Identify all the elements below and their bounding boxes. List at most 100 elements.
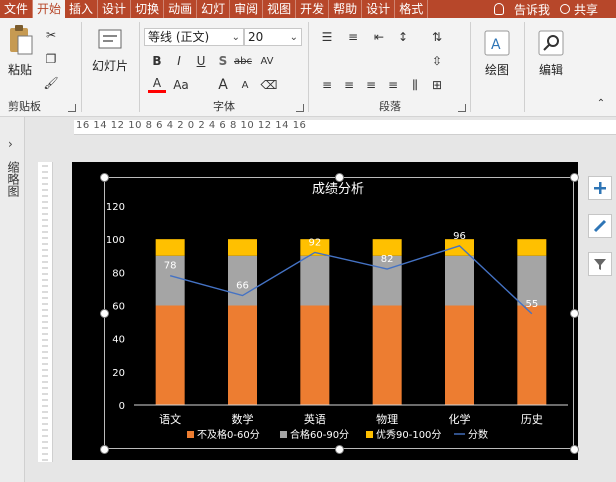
resize-handle[interactable] — [100, 445, 109, 454]
font-name-value: 等线 (正文) — [148, 30, 210, 44]
tell-me-box[interactable]: 告诉我 共享 — [493, 1, 616, 18]
group-divider — [470, 22, 471, 112]
svg-text:A: A — [491, 37, 501, 53]
font-size-value: 20 — [248, 30, 264, 44]
resize-handle[interactable] — [100, 309, 109, 318]
ribbon-tabs: 文件 开始 插入 设计 切换 动画 幻灯 审阅 视图 开发 帮助 设计 格式 — [0, 0, 429, 18]
numbering-icon[interactable]: ≡ — [344, 28, 362, 46]
share-label: 共享 — [573, 2, 598, 17]
bold-button[interactable]: B — [148, 52, 166, 70]
resize-handle[interactable] — [570, 445, 579, 454]
vertical-ruler — [38, 162, 53, 462]
thumbnail-label: 缩略图 — [6, 161, 20, 197]
brush-icon — [593, 219, 607, 233]
filter-icon — [594, 259, 606, 270]
line-spacing-icon[interactable]: ↕ — [394, 28, 412, 46]
resize-handle[interactable] — [335, 445, 344, 454]
horizontal-ruler: 16 14 12 10 8 6 4 2 0 2 4 6 8 10 12 14 1… — [74, 120, 616, 135]
share-button[interactable]: 共享 — [559, 1, 598, 18]
plus-icon — [594, 182, 606, 194]
tell-me-label: 告诉我 — [513, 2, 550, 17]
paste-icon — [10, 25, 33, 55]
paste-button[interactable]: 粘贴 — [4, 24, 36, 78]
text-shadow-button[interactable]: S — [214, 52, 232, 70]
columns-icon[interactable]: ⫼ — [406, 76, 424, 94]
resize-handle[interactable] — [570, 173, 579, 182]
lightbulb-icon — [493, 3, 504, 15]
format-painter-icon[interactable]: 🖌 — [42, 74, 60, 92]
tab-11[interactable]: 设计 — [362, 0, 396, 18]
underline-button[interactable]: U — [192, 52, 210, 70]
paragraph-group: ☰ ≡ ⇤ ↕ ⇅ ⇳ ⊞ ≡ ≡ ≡ ≡ ⫼ 段落 — [310, 18, 470, 116]
justify-icon[interactable]: ≡ — [384, 76, 402, 94]
tab-6[interactable]: 幻灯 — [197, 0, 231, 18]
align-text-icon[interactable]: ⇳ — [428, 52, 446, 70]
tab-12[interactable]: 格式 — [395, 0, 429, 18]
bullets-icon[interactable]: ☰ — [318, 28, 336, 46]
chart-styles-button[interactable] — [588, 214, 612, 238]
editing-button[interactable]: 编辑 — [528, 28, 574, 78]
font-group: 等线 (正文) ⌄ 20 ⌄ B I U S abc AV A Aa A A ⌫… — [140, 18, 308, 116]
tab-10[interactable]: 帮助 — [329, 0, 363, 18]
clear-formatting-icon[interactable]: ⌫ — [260, 76, 278, 94]
align-left-icon[interactable]: ≡ — [318, 76, 336, 94]
smartart-icon[interactable]: ⊞ — [428, 76, 446, 94]
tab-9[interactable]: 开发 — [296, 0, 330, 18]
chevron-down-icon: ⌄ — [289, 32, 298, 43]
tab-3[interactable]: 设计 — [98, 0, 132, 18]
align-center-icon[interactable]: ≡ — [340, 76, 358, 94]
tab-7[interactable]: 审阅 — [230, 0, 264, 18]
italic-button[interactable]: I — [170, 52, 188, 70]
tab-8[interactable]: 视图 — [263, 0, 297, 18]
group-divider — [308, 22, 309, 112]
tab-2[interactable]: 插入 — [65, 0, 99, 18]
user-icon — [559, 4, 570, 14]
editing-group: 编辑 — [526, 18, 576, 116]
paste-label: 粘贴 — [7, 63, 32, 77]
search-icon — [538, 30, 564, 56]
tab-5[interactable]: 动画 — [164, 0, 198, 18]
ruler-numbers: 16 14 12 10 8 6 4 2 0 2 4 6 8 10 12 14 1… — [76, 120, 307, 131]
editing-label: 编辑 — [538, 63, 563, 77]
font-case-button[interactable]: Aa — [172, 76, 190, 94]
decrease-indent-icon[interactable]: ⇤ — [370, 28, 388, 46]
tab-1[interactable]: 开始 — [33, 0, 66, 18]
chevron-right-icon[interactable]: › — [8, 137, 13, 151]
chart-filters-button[interactable] — [588, 252, 612, 276]
ribbon-tab-bar: 文件 开始 插入 设计 切换 动画 幻灯 审阅 视图 开发 帮助 设计 格式 告诉我 共享 — [0, 0, 616, 18]
drawing-button[interactable]: A 绘图 — [474, 28, 520, 78]
font-name-dropdown[interactable]: 等线 (正文) ⌄ — [144, 28, 244, 46]
drawing-label: 绘图 — [484, 63, 509, 77]
slide-icon — [98, 29, 122, 49]
grow-font-button[interactable]: A — [214, 76, 232, 94]
resize-handle[interactable] — [335, 173, 344, 182]
drawing-group: A 绘图 — [472, 18, 522, 116]
chart-elements-button[interactable] — [588, 176, 612, 200]
vertical-ruler-ticks — [42, 165, 48, 461]
font-size-dropdown[interactable]: 20 ⌄ — [244, 28, 302, 46]
thumbnail-pane: › 缩略图 — [0, 117, 25, 482]
group-divider — [524, 22, 525, 112]
align-right-icon[interactable]: ≡ — [362, 76, 380, 94]
slides-label: 幻灯片 — [91, 59, 128, 73]
clipboard-group: 粘贴 ✂ ❐ 🖌 剪贴板 — [0, 18, 80, 116]
paragraph-launcher-icon[interactable] — [458, 104, 466, 112]
copy-icon[interactable]: ❐ — [42, 50, 60, 68]
collapse-ribbon-icon[interactable]: ⌃ — [592, 94, 610, 112]
ribbon: 粘贴 ✂ ❐ 🖌 剪贴板 幻灯片 等线 (正文) ⌄ 20 ⌄ B I U S … — [0, 18, 616, 117]
text-direction-icon[interactable]: ⇅ — [428, 28, 446, 46]
character-spacing-button[interactable]: AV — [258, 52, 276, 70]
font-color-button[interactable]: A — [148, 76, 166, 93]
new-slide-button[interactable]: 幻灯片 — [86, 26, 134, 74]
tab-4[interactable]: 切换 — [131, 0, 165, 18]
tab-0[interactable]: 文件 — [0, 0, 34, 18]
font-launcher-icon[interactable] — [296, 104, 304, 112]
shrink-font-button[interactable]: A — [236, 76, 254, 94]
chart-selection-frame[interactable] — [104, 177, 574, 449]
resize-handle[interactable] — [570, 309, 579, 318]
shapes-icon: A — [484, 30, 510, 56]
cut-icon[interactable]: ✂ — [42, 26, 60, 44]
resize-handle[interactable] — [100, 173, 109, 182]
strikethrough-button[interactable]: abc — [234, 52, 252, 70]
clipboard-launcher-icon[interactable] — [68, 104, 76, 112]
